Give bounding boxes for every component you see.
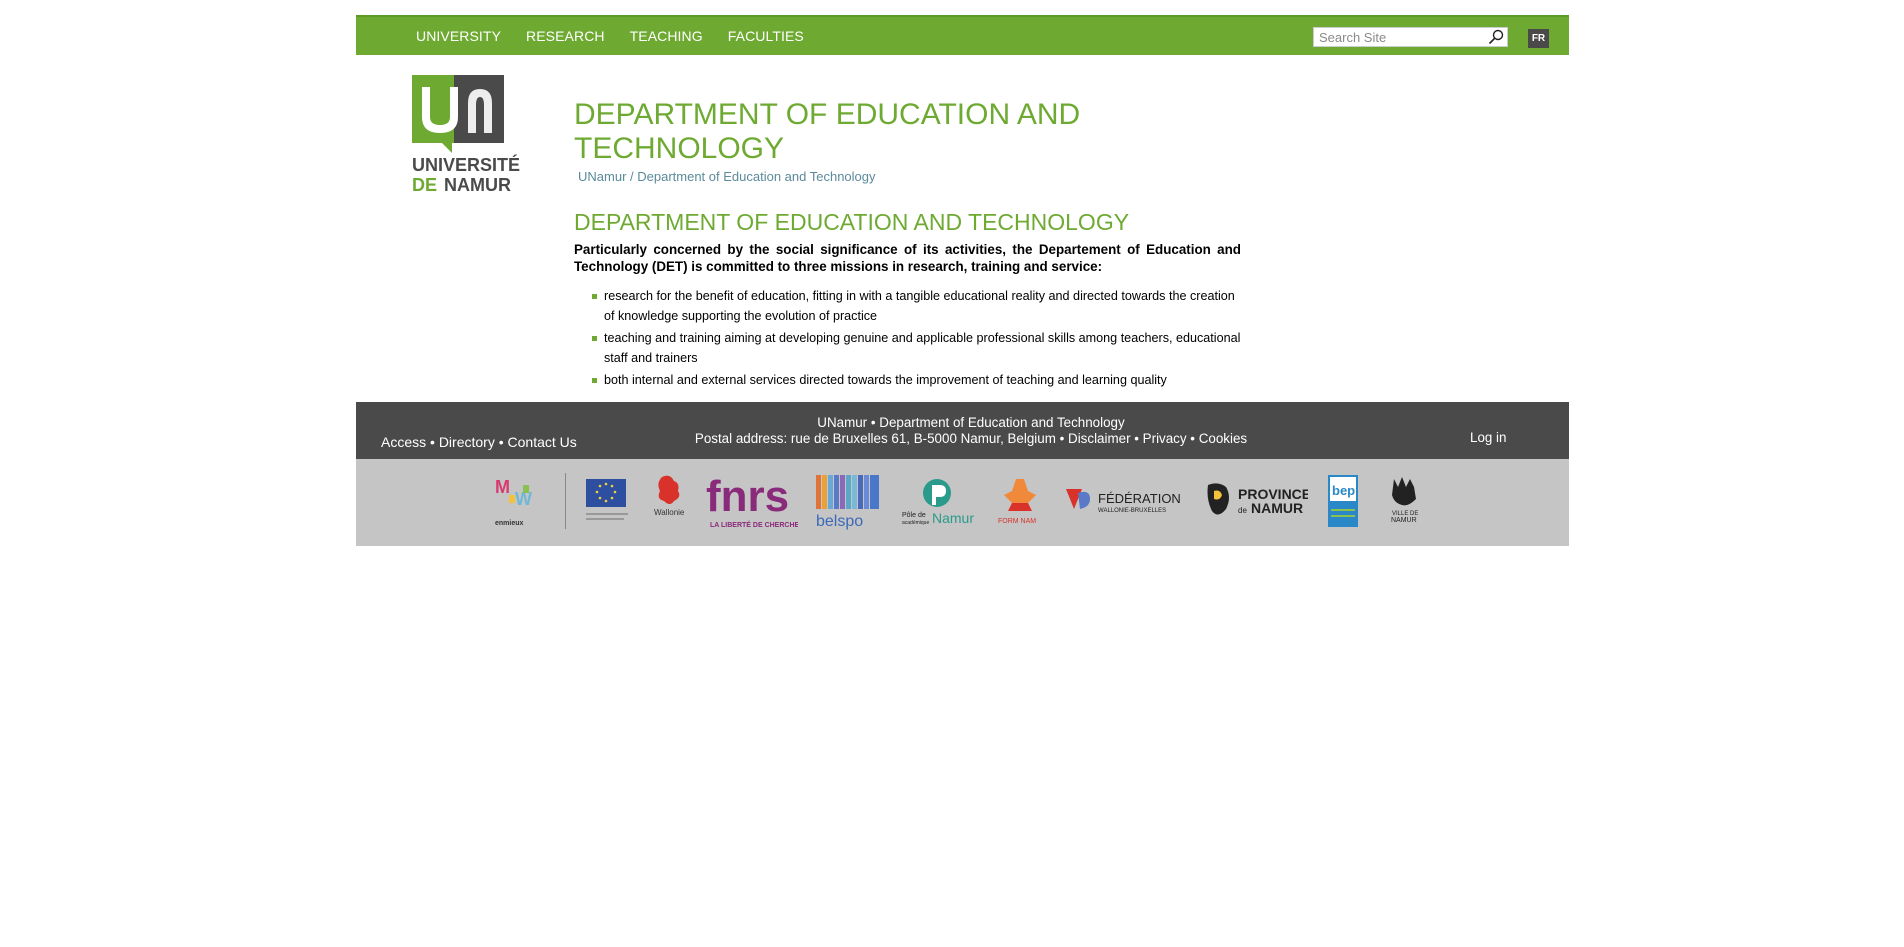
partner-fnrs-logo[interactable]: fnrs LA LIBERTÉ DE CHERCHER <box>706 471 798 531</box>
footer-info: UNamur • Department of Education and Tec… <box>606 415 1336 446</box>
svg-text:M: M <box>495 477 510 497</box>
partner-wallonie-logo[interactable]: Wallonie <box>652 473 686 519</box>
partner-ville-namur-logo[interactable]: VILLE DE NAMUR <box>1386 475 1424 529</box>
svg-text:académique: académique <box>902 520 929 526</box>
bullet-icon <box>592 336 597 341</box>
mission-text: both internal and external services dire… <box>604 373 1167 387</box>
bullet-icon <box>592 294 597 299</box>
nav-faculties[interactable]: FACULTIES <box>728 28 804 44</box>
breadcrumb: UNamur / Department of Education and Tec… <box>578 169 1241 184</box>
logo-line2a: DE <box>412 175 437 195</box>
separator: • <box>494 434 508 450</box>
mission-text: teaching and training aiming at developi… <box>604 331 1241 365</box>
footer-disclaimer-link[interactable]: Disclaimer <box>1068 431 1131 446</box>
main-menu: UNIVERSITY RESEARCH TEACHING FACULTIES <box>416 17 829 55</box>
partner-logos-bar: M W enmieux Wallonie fnrs LA LIBERTÉ DE … <box>356 459 1569 546</box>
partner-divider <box>565 473 566 529</box>
svg-text:de: de <box>1238 506 1247 515</box>
svg-text:NAMUR: NAMUR <box>1251 500 1303 516</box>
content-area: DEPARTMENT OF EDUCATION AND TECHNOLOGY U… <box>574 98 1241 394</box>
footer-contact-link[interactable]: Contact Us <box>508 434 577 450</box>
intro-paragraph: Particularly concerned by the social sig… <box>574 242 1241 274</box>
search-icon[interactable] <box>1488 29 1504 45</box>
footer-access-link[interactable]: Access <box>381 434 426 450</box>
svg-text:LA LIBERTÉ DE CHERCHER: LA LIBERTÉ DE CHERCHER <box>710 520 798 529</box>
footer-links: Access • Directory • Contact Us <box>381 434 577 450</box>
footer-cookies-link[interactable]: Cookies <box>1199 431 1247 446</box>
svg-text:enmieux: enmieux <box>495 520 524 527</box>
page-wrapper: UNIVERSITY RESEARCH TEACHING FACULTIES F… <box>356 15 1569 546</box>
mission-text: research for the benefit of education, f… <box>604 289 1235 323</box>
svg-text:FORM NAM: FORM NAM <box>998 518 1036 525</box>
university-logo[interactable]: UNIVERSITÉ DE NAMUR <box>412 75 526 205</box>
footer-unamur: UNamur <box>817 415 868 430</box>
svg-text:bep: bep <box>1332 483 1355 498</box>
footer-directory-link[interactable]: Directory <box>439 434 495 450</box>
page-title: DEPARTMENT OF EDUCATION AND TECHNOLOGY <box>574 98 1081 165</box>
breadcrumb-separator: / <box>626 169 638 184</box>
svg-text:WALLONIE-BRUXELLES: WALLONIE-BRUXELLES <box>1098 508 1166 514</box>
separator: • <box>1186 430 1199 446</box>
list-item: both internal and external services dire… <box>592 371 1241 391</box>
partner-formanam-logo[interactable]: FORM NAM <box>998 477 1044 527</box>
logo-line2b: NAMUR <box>444 175 511 195</box>
partner-eu-logo[interactable] <box>584 473 630 533</box>
svg-text:FÉDÉRATION: FÉDÉRATION <box>1098 491 1181 506</box>
breadcrumb-home[interactable]: UNamur <box>578 169 626 184</box>
partner-province-namur-logo[interactable]: PROVINCE de NAMUR <box>1204 479 1308 525</box>
language-switch-fr[interactable]: FR <box>1528 29 1549 48</box>
footer-department: Department of Education and Technology <box>879 415 1125 430</box>
separator: • <box>867 415 880 430</box>
logo-grey-block <box>454 75 504 143</box>
svg-text:Wallonie: Wallonie <box>654 508 685 517</box>
partner-bep-logo[interactable]: bep <box>1328 475 1360 529</box>
logo-line1: UNIVERSITÉ <box>412 154 520 175</box>
separator: • <box>1055 430 1069 446</box>
svg-text:belspo: belspo <box>816 513 863 530</box>
footer: Access • Directory • Contact Us UNamur •… <box>356 402 1569 459</box>
list-item: research for the benefit of education, f… <box>592 287 1241 326</box>
partner-mw-logo[interactable]: M W enmieux <box>493 471 549 531</box>
svg-text:Pôle de: Pôle de <box>902 512 926 519</box>
nav-university[interactable]: UNIVERSITY <box>416 28 501 44</box>
search-box <box>1313 27 1508 47</box>
footer-address: Postal address: rue de Bruxelles 61, B-5… <box>694 430 1056 446</box>
svg-text:fnrs: fnrs <box>706 472 789 521</box>
missions-list: research for the benefit of education, f… <box>574 287 1241 391</box>
list-item: teaching and training aiming at developi… <box>592 329 1241 368</box>
nav-teaching[interactable]: TEACHING <box>630 28 703 44</box>
nav-research[interactable]: RESEARCH <box>526 28 605 44</box>
footer-privacy-link[interactable]: Privacy <box>1143 431 1187 446</box>
login-link[interactable]: Log in <box>1470 430 1506 445</box>
separator: • <box>1130 430 1143 446</box>
section-title: DEPARTMENT OF EDUCATION AND TECHNOLOGY <box>574 209 1130 235</box>
svg-text:NAMUR: NAMUR <box>1391 517 1417 524</box>
partner-fwb-logo[interactable]: FÉDÉRATION WALLONIE-BRUXELLES <box>1064 485 1190 521</box>
svg-text:Namur: Namur <box>932 510 974 526</box>
partner-pole-namur-logo[interactable]: Pôle de académique Namur <box>902 477 986 527</box>
main-section: UNIVERSITÉ DE NAMUR DEPARTMENT OF EDUCAT… <box>356 55 1569 400</box>
bullet-icon <box>592 378 597 383</box>
breadcrumb-current[interactable]: Department of Education and Technology <box>637 169 875 184</box>
search-input[interactable] <box>1314 28 1489 46</box>
separator: • <box>426 434 439 450</box>
partner-belspo-logo[interactable]: belspo <box>814 473 884 531</box>
top-navigation-bar: UNIVERSITY RESEARCH TEACHING FACULTIES F… <box>356 15 1569 55</box>
